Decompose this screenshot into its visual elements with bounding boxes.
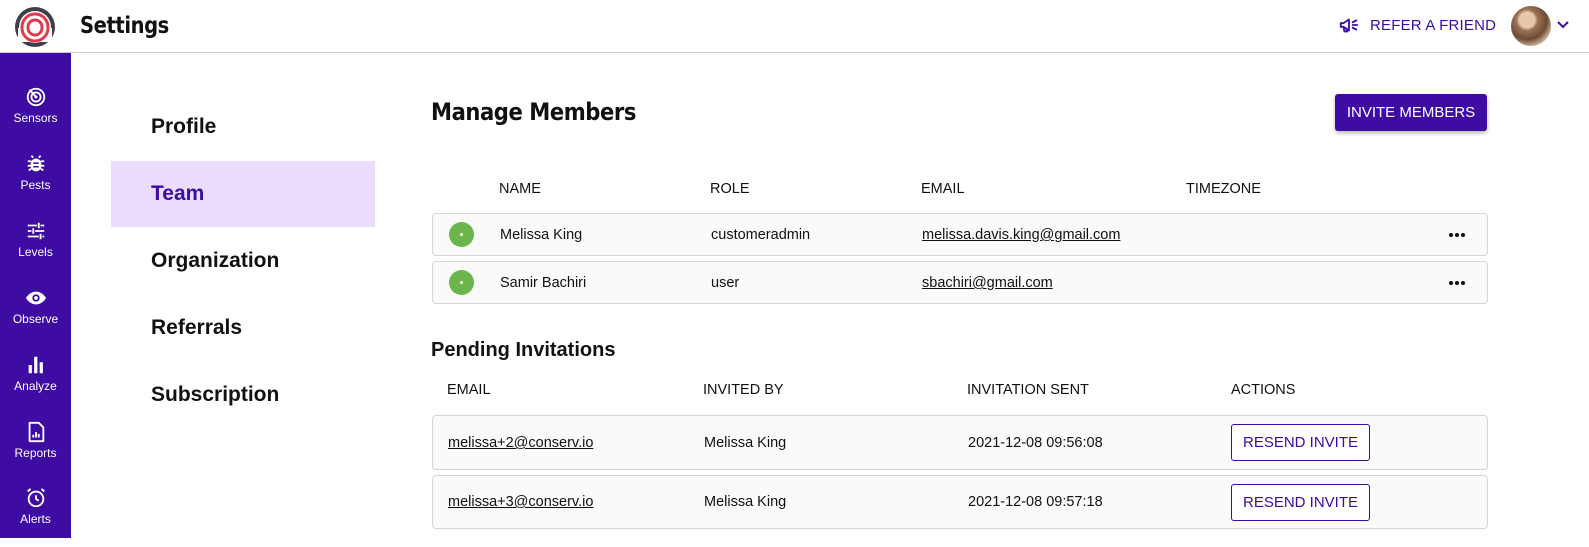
rail-item-reports[interactable]: Reports: [0, 421, 71, 481]
invitation-row: melissa+2@conserv.io Melissa King 2021-1…: [432, 415, 1488, 470]
member-row: Samir Bachiri user sbachiri@gmail.com: [432, 261, 1488, 304]
column-header-invited-by: INVITED BY: [703, 382, 784, 398]
rail-item-label: Reports: [14, 446, 57, 460]
page-title: Settings: [80, 13, 169, 39]
invited-by: Melissa King: [704, 435, 787, 451]
column-header-email: EMAIL: [921, 181, 965, 197]
chevron-down-icon[interactable]: [1555, 16, 1571, 37]
rail-item-label: Sensors: [13, 111, 58, 125]
resend-invite-button[interactable]: RESEND INVITE: [1231, 424, 1370, 461]
top-bar: Settings REFER A FRIEND: [0, 0, 1589, 53]
invitation-sent: 2021-12-08 09:56:08: [968, 435, 1103, 451]
resend-invite-button[interactable]: RESEND INVITE: [1231, 484, 1370, 521]
column-header-role: ROLE: [710, 181, 750, 197]
rail-item-sensors[interactable]: Sensors: [0, 86, 71, 146]
bug-icon: [27, 155, 44, 172]
member-email-link[interactable]: sbachiri@gmail.com: [922, 275, 1053, 291]
megaphone-icon: [1339, 18, 1359, 33]
pending-invitations-heading: Pending Invitations: [431, 339, 616, 361]
member-role: customeradmin: [711, 227, 811, 243]
report-icon: [28, 421, 44, 443]
settings-menu-profile[interactable]: Profile: [111, 94, 375, 160]
refer-a-friend-link[interactable]: REFER A FRIEND: [1338, 14, 1496, 36]
invitation-email-link[interactable]: melissa+3@conserv.io: [448, 494, 593, 510]
member-email-link[interactable]: melissa.davis.king@gmail.com: [922, 227, 1120, 243]
rail-item-alerts[interactable]: Alerts: [0, 487, 71, 547]
settings-menu-referrals[interactable]: Referrals: [111, 295, 375, 361]
rail-item-pests[interactable]: Pests: [0, 153, 71, 213]
column-header-actions: ACTIONS: [1231, 382, 1296, 398]
more-options-icon[interactable]: [1447, 273, 1467, 293]
rail-item-label: Pests: [20, 178, 51, 192]
rail-item-levels[interactable]: Levels: [0, 220, 71, 280]
app-logo-icon[interactable]: [14, 6, 56, 48]
sliders-icon: [27, 222, 44, 240]
rail-item-analyze[interactable]: Analyze: [0, 354, 71, 414]
settings-menu-subscription[interactable]: Subscription: [111, 362, 375, 428]
invitation-sent: 2021-12-08 09:57:18: [968, 494, 1103, 510]
member-role: user: [711, 275, 740, 291]
status-indicator: [449, 270, 474, 295]
column-header-timezone: TIMEZONE: [1186, 181, 1261, 197]
invite-members-button[interactable]: INVITE MEMBERS: [1335, 94, 1487, 131]
column-header-invitation-sent: INVITATION SENT: [967, 382, 1089, 398]
settings-menu-organization[interactable]: Organization: [111, 228, 375, 294]
more-options-icon[interactable]: [1447, 225, 1467, 245]
rail-item-observe[interactable]: Observe: [0, 287, 71, 347]
column-header-name: NAME: [499, 181, 541, 197]
invited-by: Melissa King: [704, 494, 787, 510]
column-header-email: EMAIL: [447, 382, 491, 398]
bar-chart-icon: [28, 356, 43, 374]
rail-item-label: Alerts: [20, 512, 51, 526]
member-name: Samir Bachiri: [500, 275, 587, 291]
member-name: Melissa King: [500, 227, 583, 243]
settings-menu-team[interactable]: Team: [111, 161, 375, 227]
rail-item-label: Analyze: [14, 379, 57, 393]
refer-a-friend-label: REFER A FRIEND: [1370, 16, 1497, 34]
rail-item-label: Levels: [18, 245, 53, 259]
avatar[interactable]: [1511, 6, 1551, 46]
user-menu[interactable]: [1511, 6, 1571, 46]
status-indicator: [449, 222, 474, 247]
sensor-icon: [26, 87, 45, 107]
rail-item-label: Observe: [12, 312, 59, 326]
invitation-email-link[interactable]: melissa+2@conserv.io: [448, 435, 593, 451]
manage-members-heading: Manage Members: [431, 98, 636, 126]
invitation-row: melissa+3@conserv.io Melissa King 2021-1…: [432, 475, 1488, 529]
left-nav-rail: Sensors Pests Levels Observe Analyze Rep…: [0, 53, 71, 538]
alarm-icon: [26, 488, 45, 508]
eye-icon: [25, 291, 46, 305]
member-row: Melissa King customeradmin melissa.davis…: [432, 213, 1488, 256]
